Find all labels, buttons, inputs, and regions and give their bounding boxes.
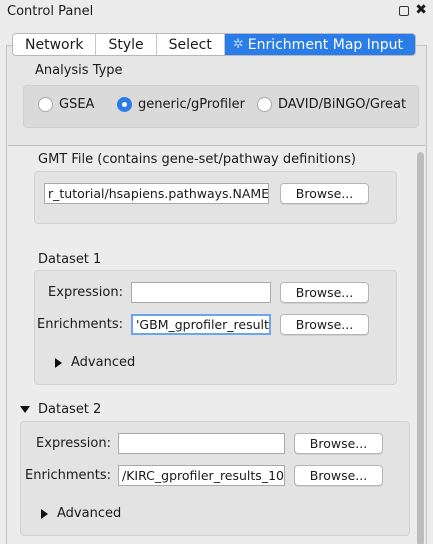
gmt-file-label: GMT File (contains gene-set/pathway defi… — [38, 152, 356, 167]
dataset-1-expression-field[interactable] — [131, 282, 271, 303]
analysis-type-label: Analysis Type — [35, 63, 123, 78]
input-scroll-area: GMT File (contains gene-set/pathway defi… — [8, 145, 425, 544]
gmt-file-field[interactable]: r_tutorial/hsapiens.pathways.NAME.g — [44, 183, 269, 204]
advanced-label: Advanced — [57, 506, 122, 521]
enrichments-label: Enrichments: — [25, 468, 111, 483]
dataset-1-expression-browse-button[interactable]: Browse... — [280, 282, 369, 303]
vertical-scrollbar[interactable] — [417, 152, 424, 544]
gmt-file-group: r_tutorial/hsapiens.pathways.NAME.g Brow… — [34, 171, 397, 224]
expression-label: Expression: — [48, 285, 123, 300]
dataset-1-advanced-toggle[interactable]: Advanced — [55, 355, 135, 370]
expand-triangle-icon — [41, 508, 48, 519]
panel-title-bar: Control Panel ✖ — [0, 0, 433, 24]
gmt-browse-button[interactable]: Browse... — [280, 183, 369, 204]
radio-label: GSEA — [59, 97, 95, 112]
tab-select[interactable]: Select — [157, 34, 225, 55]
dataset-2-expression-browse-button[interactable]: Browse... — [294, 433, 383, 454]
radio-david-bingo-great[interactable]: DAVID/BiNGO/Great — [257, 97, 406, 112]
radio-generic-gprofiler[interactable]: generic/gProfiler — [117, 97, 245, 112]
expand-triangle-icon — [55, 357, 62, 368]
radio-button-icon — [38, 97, 53, 112]
collapse-triangle-icon — [20, 406, 30, 413]
tab-network[interactable]: Network — [13, 34, 97, 55]
dataset-1-enrichments-field[interactable]: 'GBM_gprofiler_results_ — [131, 314, 271, 335]
dataset-2-expression-field[interactable] — [118, 433, 285, 454]
radio-label: generic/gProfiler — [138, 97, 245, 112]
panel-title: Control Panel — [7, 4, 94, 19]
radio-gsea[interactable]: GSEA — [38, 97, 94, 112]
tab-style[interactable]: Style — [96, 34, 157, 55]
enrichment-map-icon: ✲ — [232, 37, 244, 52]
advanced-label: Advanced — [71, 355, 136, 370]
float-panel-icon[interactable] — [399, 5, 410, 16]
dataset-2-group: Expression: Browse... Enrichments: /KIRC… — [20, 421, 410, 536]
enrichment-map-panel: Analysis Type GSEA generic/gProfiler DAV… — [6, 45, 427, 544]
dataset-2-advanced-toggle[interactable]: Advanced — [41, 506, 121, 521]
dataset-2-enrichments-browse-button[interactable]: Browse... — [294, 465, 383, 486]
window-controls: ✖ — [399, 3, 427, 17]
dataset-1-label: Dataset 1 — [38, 252, 102, 267]
enrichments-label: Enrichments: — [37, 317, 123, 332]
radio-button-selected-icon — [117, 97, 132, 112]
tab-label: Style — [108, 36, 144, 53]
tab-label: Select — [168, 36, 212, 53]
tab-enrichment-map-input[interactable]: ✲ Enrichment Map Input — [224, 34, 415, 55]
analysis-type-group: GSEA generic/gProfiler DAVID/BiNGO/Great — [23, 85, 419, 128]
tab-label: Network — [25, 36, 84, 53]
tab-label: Enrichment Map Input — [247, 36, 403, 53]
dataset-1-enrichments-browse-button[interactable]: Browse... — [280, 314, 369, 335]
dataset-2-enrichments-field[interactable]: /KIRC_gprofiler_results_104 — [118, 465, 285, 486]
radio-button-icon — [257, 97, 272, 112]
close-icon[interactable]: ✖ — [415, 3, 427, 17]
radio-label: DAVID/BiNGO/Great — [278, 97, 407, 112]
dataset-2-collapse-toggle[interactable]: Dataset 2 — [20, 402, 101, 417]
expression-label: Expression: — [36, 436, 111, 451]
control-panel-tabs: Network Style Select ✲ Enrichment Map In… — [12, 33, 416, 56]
dataset-2-label: Dataset 2 — [38, 402, 102, 417]
dataset-1-group: Expression: Browse... Enrichments: 'GBM_… — [34, 270, 397, 385]
